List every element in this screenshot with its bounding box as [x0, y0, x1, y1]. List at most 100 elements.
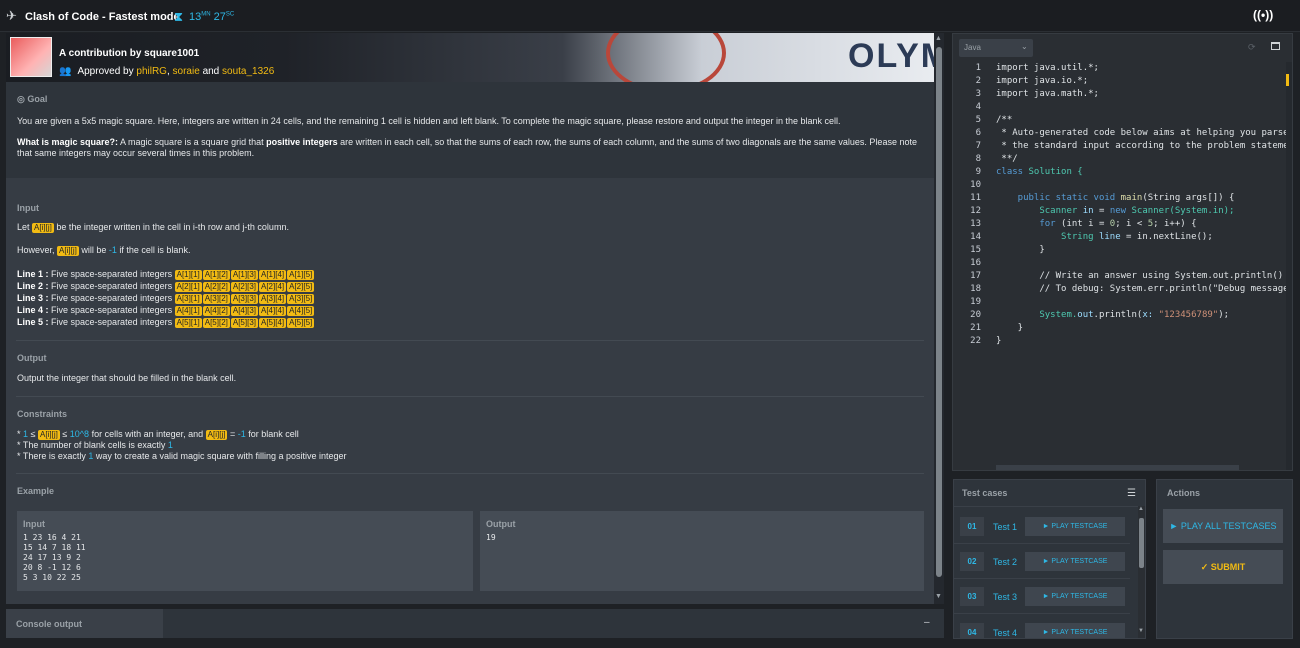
console-label: Console output — [16, 619, 82, 629]
test-case-row[interactable]: 02 Test 2 ► PLAY TESTCASE — [954, 550, 1130, 582]
input-line: Line 4 : Five space-separated integers A… — [17, 305, 315, 316]
chevron-down-icon: ⌄ — [1021, 42, 1028, 51]
language-select[interactable]: Java ⌄ — [959, 39, 1033, 57]
scroll-up-icon[interactable]: ▲ — [935, 35, 942, 42]
contribution-banner: OLYM A contribution by square1001 👥 Appro… — [6, 33, 934, 82]
play-testcase-button[interactable]: ► PLAY TESTCASE — [1025, 623, 1125, 638]
constraint-blank-count: * The number of blank cells is exactly 1 — [17, 440, 173, 450]
test-number: 03 — [960, 587, 984, 606]
input-line: Line 5 : Five space-separated integers A… — [17, 317, 315, 328]
test-case-row[interactable]: 01 Test 1 ► PLAY TESTCASE — [954, 515, 1130, 547]
author-avatar[interactable] — [10, 37, 52, 77]
live-broadcast-icon[interactable]: ((•)) — [1253, 8, 1273, 22]
code-editor[interactable]: Java ⌄ ⟳ 1 import java.util.*; 2 import ja… — [952, 33, 1293, 471]
code-line: 22} — [970, 336, 1002, 346]
code-line: 5/** — [975, 115, 1013, 125]
statement-scrollbar-thumb[interactable] — [936, 47, 942, 577]
divider — [954, 613, 1130, 614]
timer-minutes: 13 — [189, 11, 202, 23]
code-line: 14 String line = in.nextLine(); — [970, 232, 1213, 242]
code-line: 2 import java.io.*; — [975, 76, 1089, 86]
play-testcase-button[interactable]: ► PLAY TESTCASE — [1025, 587, 1125, 606]
approved-and: and — [202, 66, 220, 77]
hourglass-icon: ⧗ — [174, 9, 184, 24]
divider — [954, 578, 1130, 579]
timer-seconds-unit: SC — [225, 11, 235, 18]
code-line: 10 — [970, 180, 981, 190]
approved-by: 👥 Approved by philRG, soraie and souta_13… — [59, 66, 275, 77]
example-input-box: Input 1 23 16 4 21 15 14 7 18 11 24 17 1… — [17, 511, 473, 591]
scroll-down-icon[interactable]: ▼ — [1138, 628, 1144, 634]
test-name[interactable]: Test 3 — [993, 592, 1017, 602]
input-line: Line 1 : Five space-separated integers A… — [17, 269, 315, 280]
test-name[interactable]: Test 2 — [993, 557, 1017, 567]
divider — [16, 473, 924, 474]
editor-scroll-marker — [1286, 74, 1289, 86]
test-name[interactable]: Test 4 — [993, 628, 1017, 638]
goal-target-icon: ◎ — [17, 94, 25, 104]
divider — [16, 396, 924, 397]
console-panel: Console output – — [6, 609, 944, 638]
output-text: Output the integer that should be filled… — [17, 373, 237, 383]
test-cases-scrollbar[interactable]: ▲ ▼ — [1138, 506, 1145, 638]
example-heading: Example — [17, 486, 55, 496]
goal-text: You are given a 5x5 magic square. Here, … — [17, 116, 841, 126]
play-testcase-button[interactable]: ► PLAY TESTCASE — [1025, 517, 1125, 536]
actions-heading: Actions — [1167, 488, 1201, 498]
divider — [16, 340, 924, 341]
magic-square-definition: What is magic square?: A magic square is… — [17, 137, 917, 158]
constraints-heading: Constraints — [17, 409, 68, 419]
divider — [954, 543, 1130, 544]
rocket-icon: ✈ — [6, 8, 17, 23]
input-however-text: However, A[i][j] will be -1 if the cell … — [17, 245, 191, 256]
code-line: 15 } — [970, 245, 1045, 255]
code-line: 1 import java.util.*; — [975, 63, 1099, 73]
input-line: Line 3 : Five space-separated integers A… — [17, 293, 315, 304]
output-heading: Output — [17, 353, 47, 363]
test-number: 02 — [960, 552, 984, 571]
play-testcase-button[interactable]: ► PLAY TESTCASE — [1025, 552, 1125, 571]
example-input-text: 1 23 16 4 21 15 14 7 18 11 24 17 13 9 2 … — [23, 533, 86, 582]
test-cases-scrollbar-thumb[interactable] — [1139, 518, 1144, 568]
test-number: 01 — [960, 517, 984, 536]
goal-heading: ◎ Goal — [17, 94, 48, 104]
code-line: 19 — [970, 297, 981, 307]
countdown-timer: 13MN 27SC — [189, 11, 234, 23]
test-number: 04 — [960, 623, 984, 638]
approver-link[interactable]: souta_1326 — [222, 66, 274, 77]
code-line: 21 } — [970, 323, 1024, 333]
list-icon[interactable]: ☰ — [1127, 488, 1136, 499]
minimize-icon[interactable]: – — [924, 617, 930, 628]
code-line: 7 * the standard input according to the … — [975, 141, 1293, 151]
test-case-row[interactable]: 04 Test 4 ► PLAY TESTCASE — [960, 621, 1130, 638]
example-output-box: Output 19 — [480, 511, 924, 591]
editor-scrollbar[interactable] — [1286, 62, 1292, 470]
example-input-label: Input — [23, 519, 45, 529]
test-case-row[interactable]: 03 Test 3 ► PLAY TESTCASE — [954, 585, 1130, 617]
scroll-up-icon[interactable]: ▲ — [1138, 506, 1144, 512]
game-title: Clash of Code - Fastest mode — [25, 11, 180, 23]
fullscreen-icon[interactable] — [1271, 42, 1280, 50]
group-icon: 👥 — [59, 66, 72, 77]
language-value: Java — [964, 43, 981, 52]
console-tab[interactable]: Console output — [6, 609, 163, 638]
code-line: 3 import java.math.*; — [975, 89, 1099, 99]
approver-link[interactable]: philRG — [136, 66, 167, 77]
test-cases-panel: Test cases ☰ 01 Test 1 ► PLAY TESTCASE 0… — [953, 479, 1146, 639]
example-output-label: Output — [486, 519, 516, 529]
reset-icon[interactable]: ⟳ — [1248, 42, 1256, 53]
constraint-unique: * There is exactly 1 way to create a val… — [17, 451, 347, 461]
scroll-down-icon[interactable]: ▼ — [935, 593, 942, 600]
code-line: 17 // Write an answer using System.out.p… — [970, 271, 1284, 281]
input-heading: Input — [17, 203, 39, 213]
approved-prefix: Approved by — [77, 66, 134, 77]
play-all-testcases-button[interactable]: ► PLAY ALL TESTCASES — [1163, 509, 1283, 543]
submit-button[interactable]: ✓ SUBMIT — [1163, 550, 1283, 584]
approver-link[interactable]: soraie — [173, 66, 200, 77]
test-name[interactable]: Test 1 — [993, 522, 1017, 532]
editor-horizontal-scrollbar[interactable] — [996, 465, 1239, 470]
code-line: 16 — [970, 258, 981, 268]
input-lines: Line 1 : Five space-separated integers A… — [17, 268, 315, 328]
input-line: Line 2 : Five space-separated integers A… — [17, 281, 315, 292]
actions-panel: Actions ► PLAY ALL TESTCASES ✓ SUBMIT — [1156, 479, 1293, 639]
